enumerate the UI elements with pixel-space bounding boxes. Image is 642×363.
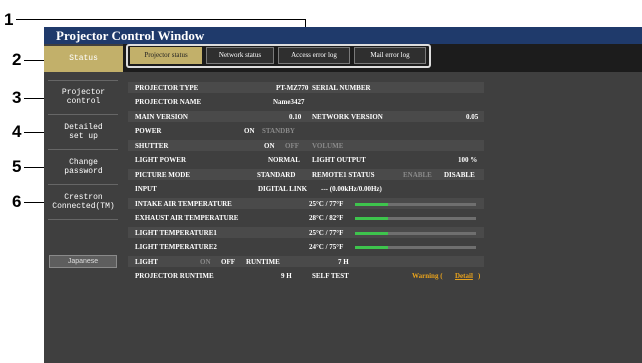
callout-1-line — [16, 19, 306, 20]
sidebar-item-label: Projector control — [61, 88, 106, 106]
volume-label: VOLUME — [312, 142, 344, 150]
projector-type-value: PT-MZ770 — [276, 84, 309, 92]
sidebar-item-change-password[interactable]: Change password — [44, 158, 123, 178]
sidebar-item-label: Detailed set up — [64, 123, 103, 141]
light-temp1-value: 25°C / 77°F — [309, 229, 344, 237]
network-version-value: 0.05 — [466, 113, 479, 121]
sidebar-item-projector-control[interactable]: Projector control — [44, 88, 123, 108]
temp-bar-fill — [355, 246, 388, 249]
shutter-on: ON — [264, 142, 275, 150]
exhaust-air-temp-label: EXHAUST AIR TEMPERATURE — [135, 214, 239, 222]
tab-network-status[interactable]: Network status — [206, 47, 274, 64]
sidebar-item-label: Status — [69, 54, 98, 63]
power-standby: STANDBY — [262, 127, 295, 135]
row-bg — [128, 140, 484, 151]
sidebar-divider — [48, 80, 118, 81]
intake-air-temp-value: 25°C / 77°F — [309, 200, 344, 208]
tab-access-error-log[interactable]: Access error log — [278, 47, 350, 64]
self-test-close-paren: ) — [478, 272, 481, 280]
runtime-label: RUNTIME — [246, 258, 280, 266]
remote1-status-label: REMOTE1 STATUS — [312, 171, 375, 179]
input-value: DIGITAL LINK — [258, 185, 308, 193]
remote1-enable: ENABLE — [403, 171, 432, 179]
power-label: POWER — [135, 127, 162, 135]
light-output-value: 100 % — [458, 156, 478, 164]
main-version-value: 0.10 — [289, 113, 302, 121]
callout-5: 5 — [12, 157, 22, 176]
light-power-label: LIGHT POWER — [135, 156, 187, 164]
self-test-label: SELF TEST — [312, 272, 349, 280]
sidebar-divider — [48, 114, 118, 115]
exhaust-air-temp-bar — [355, 217, 476, 220]
projector-name-value: Name3427 — [273, 98, 305, 106]
callout-4: 4 — [12, 122, 22, 141]
light-temp2-bar — [355, 246, 476, 249]
callout-6: 6 — [12, 192, 22, 211]
intake-air-temp-label: INTAKE AIR TEMPERATURE — [135, 200, 232, 208]
picture-mode-label: PICTURE MODE — [135, 171, 191, 179]
light-temp2-value: 24°C / 75°F — [309, 243, 344, 251]
projector-runtime-label: PROJECTOR RUNTIME — [135, 272, 214, 280]
callout-2: 2 — [12, 50, 22, 69]
self-test-warning: Warning ( — [412, 272, 443, 280]
picture-mode-value: STANDARD — [257, 171, 296, 179]
self-test-detail-link[interactable]: Detail — [455, 271, 473, 281]
projector-type-label: PROJECTOR TYPE — [135, 84, 199, 92]
intake-air-temp-bar — [355, 203, 476, 206]
light-output-label: LIGHT OUTPUT — [312, 156, 366, 164]
light-temp1-label: LIGHT TEMPERATURE1 — [135, 229, 217, 237]
shutter-off: OFF — [285, 142, 299, 150]
remote1-disable: DISABLE — [444, 171, 475, 179]
callout-1: 1 — [4, 10, 14, 29]
light-temp2-label: LIGHT TEMPERATURE2 — [135, 243, 217, 251]
network-version-label: NETWORK VERSION — [312, 113, 383, 121]
shutter-label: SHUTTER — [135, 142, 169, 150]
temp-bar-fill — [355, 203, 388, 206]
sidebar-divider — [48, 184, 118, 185]
input-label: INPUT — [135, 185, 157, 193]
projector-runtime-value: 9 H — [281, 272, 292, 280]
sidebar-divider — [48, 149, 118, 150]
light-label: LIGHT — [135, 258, 158, 266]
input-frequency: --- (0.00kHz/0.00Hz) — [321, 185, 382, 193]
temp-bar-fill — [355, 217, 388, 220]
light-off: OFF — [221, 258, 235, 266]
light-on: ON — [200, 258, 211, 266]
projector-name-label: PROJECTOR NAME — [135, 98, 202, 106]
sidebar-item-crestron-connected[interactable]: Crestron Connected(TM) — [44, 193, 123, 213]
serial-number-label: SERIAL NUMBER — [312, 84, 371, 92]
sidebar-item-status[interactable]: Status — [44, 46, 123, 72]
tab-projector-status[interactable]: Projector status — [130, 47, 202, 64]
sidebar-item-label: Crestron Connected(TM) — [52, 193, 115, 211]
sidebar-divider — [48, 219, 118, 220]
light-power-value: NORMAL — [268, 156, 300, 164]
row-bg — [128, 256, 484, 267]
sidebar-item-detailed-setup[interactable]: Detailed set up — [44, 123, 123, 143]
light-temp1-bar — [355, 232, 476, 235]
callout-3: 3 — [12, 88, 22, 107]
exhaust-air-temp-value: 28°C / 82°F — [309, 214, 344, 222]
language-button[interactable]: Japanese — [49, 255, 117, 268]
tab-mail-error-log[interactable]: Mail error log — [354, 47, 426, 64]
temp-bar-fill — [355, 232, 388, 235]
sidebar-item-label: Change password — [64, 158, 103, 176]
runtime-value: 7 H — [338, 258, 349, 266]
main-version-label: MAIN VERSION — [135, 113, 188, 121]
window-title: Projector Control Window — [44, 27, 642, 44]
power-on: ON — [244, 127, 255, 135]
